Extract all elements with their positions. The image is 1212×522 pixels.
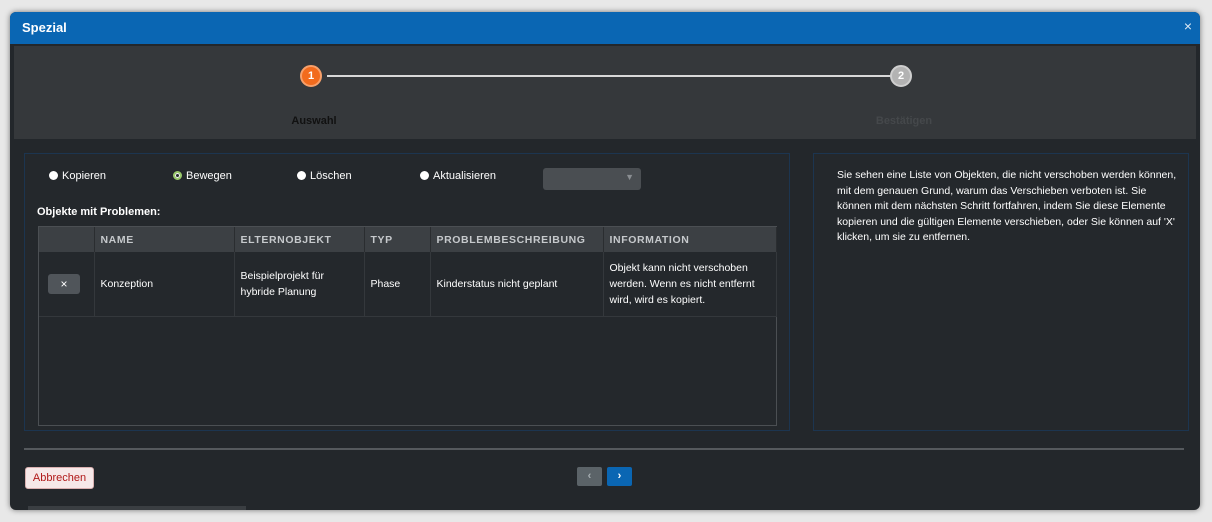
table-row: × Konzeption Beispielprojekt für hybride… [39, 252, 777, 317]
special-dialog: Spezial × 1 2 Auswahl Bestätigen Kopiere… [10, 12, 1200, 510]
column-header-type: TYP [364, 227, 431, 252]
problem-information: Objekt kann nicht verschoben werden. Wen… [603, 252, 777, 317]
next-step-button[interactable]: › [607, 467, 632, 486]
radio-bewegen[interactable]: Bewegen [173, 170, 232, 182]
problems-title: Objekte mit Problemen: [37, 206, 161, 218]
wizard-step-2-label: Bestätigen [875, 115, 933, 127]
radio-label: Aktualisieren [433, 170, 496, 182]
table-header-row: NAME ELTERNOBJEKT TYP PROBLEMBESCHREIBUN… [39, 227, 777, 252]
radio-label: Bewegen [186, 170, 232, 182]
column-header-name: NAME [94, 227, 235, 252]
wizard-step-2-indicator: 2 [890, 65, 912, 87]
wizard-step-1-label: Auswahl [291, 115, 337, 127]
column-header-problem: PROBLEMBESCHREIBUNG [430, 227, 604, 252]
info-panel: Sie sehen eine Liste von Objekten, die n… [813, 153, 1189, 431]
wizard-steps: 1 2 Auswahl Bestätigen [14, 46, 1196, 139]
radio-button-icon[interactable] [420, 171, 429, 180]
dialog-title: Spezial [22, 20, 67, 35]
column-header-info: INFORMATION [603, 227, 777, 252]
parent-object: Beispielprojekt für hybride Planung [234, 252, 365, 317]
problem-description: Kinderstatus nicht geplant [430, 252, 604, 317]
column-header-parent: ELTERNOBJEKT [234, 227, 365, 252]
remove-object-button[interactable]: × [48, 273, 80, 294]
object-type: Phase [364, 252, 431, 317]
radio-button-icon[interactable] [49, 171, 58, 180]
update-option-select[interactable]: ▼ [543, 168, 641, 190]
footer-divider [24, 448, 1184, 450]
action-radio-group: Kopieren Bewegen Löschen Aktualisieren ▼ [25, 168, 791, 190]
column-header-remove [39, 227, 95, 252]
dialog-titlebar: Spezial × [10, 12, 1200, 44]
object-name: Konzeption [94, 252, 235, 317]
radio-label: Kopieren [62, 170, 107, 182]
radio-kopieren[interactable]: Kopieren [49, 170, 106, 182]
radio-loeschen[interactable]: Löschen [297, 170, 352, 182]
radio-button-checked-icon[interactable] [173, 171, 182, 180]
wizard-step-1-indicator: 1 [300, 65, 322, 87]
chevron-down-icon: ▼ [625, 172, 634, 182]
radio-label: Löschen [310, 170, 352, 182]
info-text: Sie sehen eine Liste von Objekten, die n… [837, 169, 1177, 243]
cancel-button[interactable]: Abbrechen [25, 467, 94, 489]
remove-cell: × [39, 252, 95, 317]
previous-step-button[interactable]: ‹ [577, 467, 602, 486]
bottom-scroll-indicator [28, 506, 246, 510]
wizard-step-connector [327, 75, 901, 77]
selection-panel: Kopieren Bewegen Löschen Aktualisieren ▼… [24, 153, 790, 431]
radio-aktualisieren[interactable]: Aktualisieren [420, 170, 496, 182]
radio-button-icon[interactable] [297, 171, 306, 180]
close-icon[interactable]: × [1184, 18, 1192, 34]
problems-table: NAME ELTERNOBJEKT TYP PROBLEMBESCHREIBUN… [38, 226, 777, 426]
